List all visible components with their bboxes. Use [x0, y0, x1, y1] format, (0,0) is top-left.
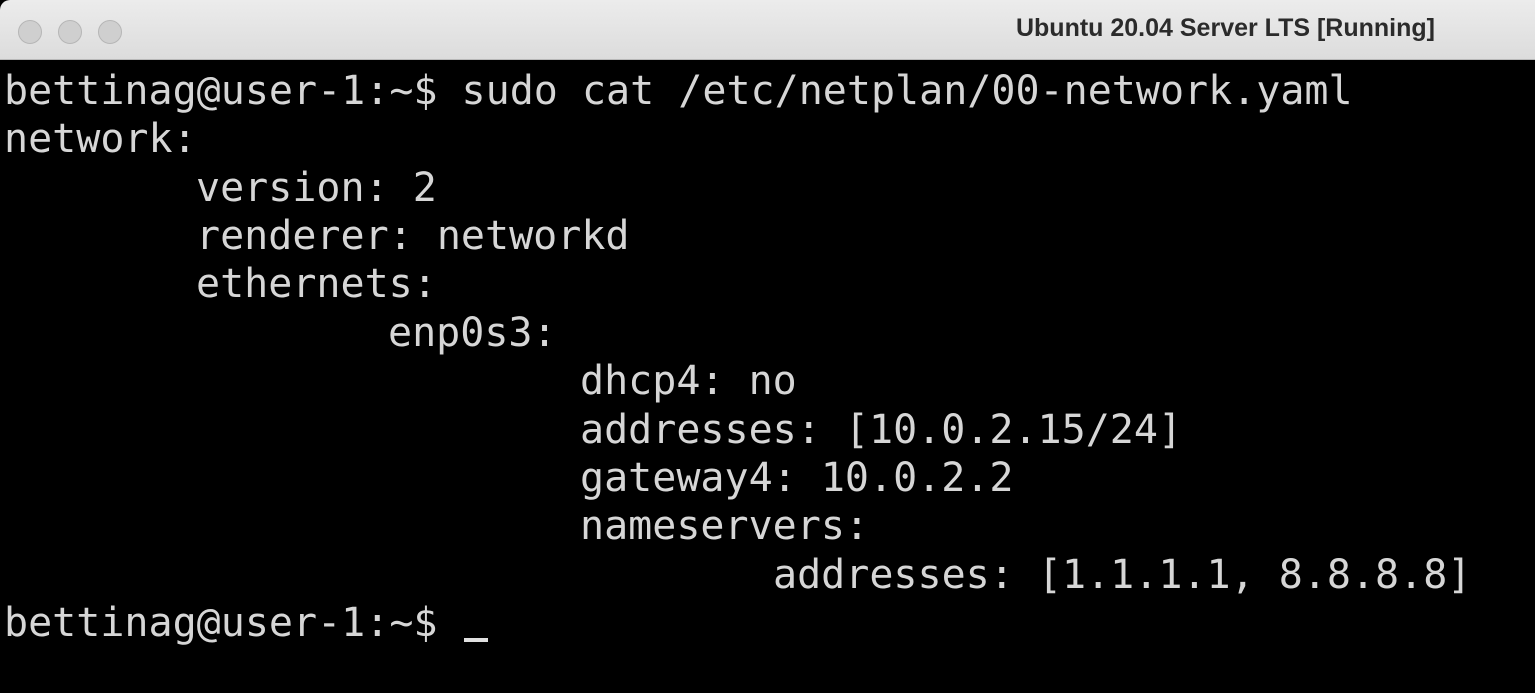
terminal-line: gateway4: 10.0.2.2: [580, 455, 1014, 501]
zoom-window-button[interactable]: [98, 20, 122, 44]
terminal-line: ethernets:: [196, 261, 437, 307]
terminal-prompt: bettinag@user-1:~$: [4, 600, 462, 646]
terminal-line: addresses: [10.0.2.15/24]: [580, 407, 1183, 453]
terminal-line: nameservers:: [580, 503, 869, 549]
terminal-line: addresses: [1.1.1.1, 8.8.8.8]: [773, 552, 1472, 598]
terminal-line: network:: [4, 116, 197, 162]
minimize-window-button[interactable]: [58, 20, 82, 44]
terminal-line: dhcp4: no: [580, 358, 797, 404]
window-title: Ubuntu 20.04 Server LTS [Running]: [1015, 14, 1435, 42]
vm-window: Ubuntu 20.04 Server LTS [Running] bettin…: [0, 0, 1535, 693]
terminal-prompt-line[interactable]: bettinag@user-1:~$: [4, 599, 488, 647]
text-cursor: [463, 638, 488, 642]
close-window-button[interactable]: [18, 20, 42, 44]
terminal-line: renderer: networkd: [196, 213, 630, 259]
title-bar[interactable]: Ubuntu 20.04 Server LTS [Running]: [0, 0, 1535, 60]
terminal-line: version: 2: [196, 165, 437, 211]
terminal-line-command: bettinag@user-1:~$ sudo cat /etc/netplan…: [4, 68, 1353, 114]
terminal-screen[interactable]: bettinag@user-1:~$ sudo cat /etc/netplan…: [0, 61, 1535, 693]
terminal-line: enp0s3:: [388, 310, 557, 356]
